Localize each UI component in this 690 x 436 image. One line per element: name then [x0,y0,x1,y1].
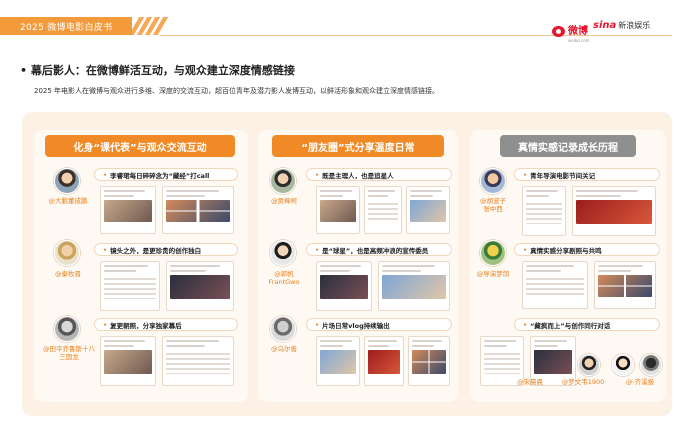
highlight-quote: 既是主理人，也是追星人 [306,168,452,181]
weibo-logo: 微博 weibo.com [552,19,590,43]
weibo-post-screenshot [522,261,588,309]
highlight-quote: 复更朝照，分享独家幕后 [94,318,238,331]
avatar[interactable] [578,354,600,376]
user-handle[interactable]: @田平乔鲁斯十八 三国龙 [36,345,102,361]
weibo-eye-icon [552,25,565,37]
panel-title: “朋友圈”式分享温度日常 [272,135,444,157]
panel-title: 化身“课代表”与观众交流互动 [45,135,235,157]
highlight-quote: 李睿珺每日碎碎念为“藏经”打call [94,168,238,181]
weibo-post-screenshot [166,261,234,311]
weibo-post-screenshot [594,261,656,309]
weibo-post-screenshot [364,186,402,234]
weibo-post-screenshot [100,186,156,234]
highlight-quote: 镜头之外，是更珍贵的创作独白 [94,243,238,256]
weibo-post-screenshot [316,261,372,311]
user-handle[interactable]: @导演梦鸽 [470,270,516,278]
weibo-post-screenshot [364,336,404,386]
avatar[interactable] [480,168,506,194]
user-handle[interactable]: @大鹏董成鹏 [38,197,98,205]
user-handle[interactable]: @秦牧晋 [38,270,98,278]
user-handle[interactable]: @乌尔善 [258,345,310,353]
weibo-post-screenshot [406,186,450,234]
highlight-quote: 青年导演电影节间关记 [514,168,660,181]
highlight-quote: 真情实感分享剧照与共鸣 [514,243,660,256]
weibo-post-screenshot [100,261,160,311]
avatar[interactable] [612,354,634,376]
weibo-post-screenshot [316,336,360,386]
user-handle[interactable]: @-齐溪报 [616,378,664,386]
report-title: 2025 微博电影白皮书 [20,23,113,33]
highlight-quote: 片场日常vlog持续输出 [306,318,452,331]
section-description: 2025 年电影人在微博与观众进行多维、深度的交流互动，超百位青年及潜力影人发博… [34,87,440,95]
avatar[interactable] [54,168,80,194]
weibo-post-screenshot [522,186,566,236]
user-handle[interactable]: @罗文韦1900 [556,378,610,386]
user-handle[interactable]: @郭帆 FrantGwo [258,270,310,286]
highlight-quote: 是“球星”，也是高频冲浪的宣传委员 [306,243,452,256]
user-handle[interactable]: @贾樟柯 [258,197,310,205]
user-handle[interactable]: @宋晨晨 [508,378,552,386]
title-bar-decoration [128,17,169,35]
avatar[interactable] [54,316,80,342]
avatar[interactable] [270,240,296,266]
header-divider [160,35,672,36]
avatar[interactable] [270,168,296,194]
avatar[interactable] [270,316,296,342]
weibo-post-screenshot [316,186,360,234]
weibo-post-screenshot [100,336,156,386]
avatar[interactable] [54,240,80,266]
user-handle[interactable]: @胡波子 张中西 [470,197,516,213]
highlight-quote: “藏疯而上”与创作同行对话 [514,318,660,331]
weibo-post-screenshot [378,261,450,311]
section-title: • 幕后影人：在微博鲜活互动，与观众建立深度情感链接 [20,64,295,77]
sina-entertainment-logo: sina 新浪娱乐 [593,20,651,31]
avatar[interactable] [640,354,662,376]
weibo-post-screenshot [162,186,234,234]
panel-title: 真情实感记录成长历程 [500,135,636,157]
weibo-post-screenshot [162,336,234,386]
avatar[interactable] [480,240,506,266]
weibo-post-screenshot [572,186,656,236]
weibo-post-screenshot [408,336,450,386]
